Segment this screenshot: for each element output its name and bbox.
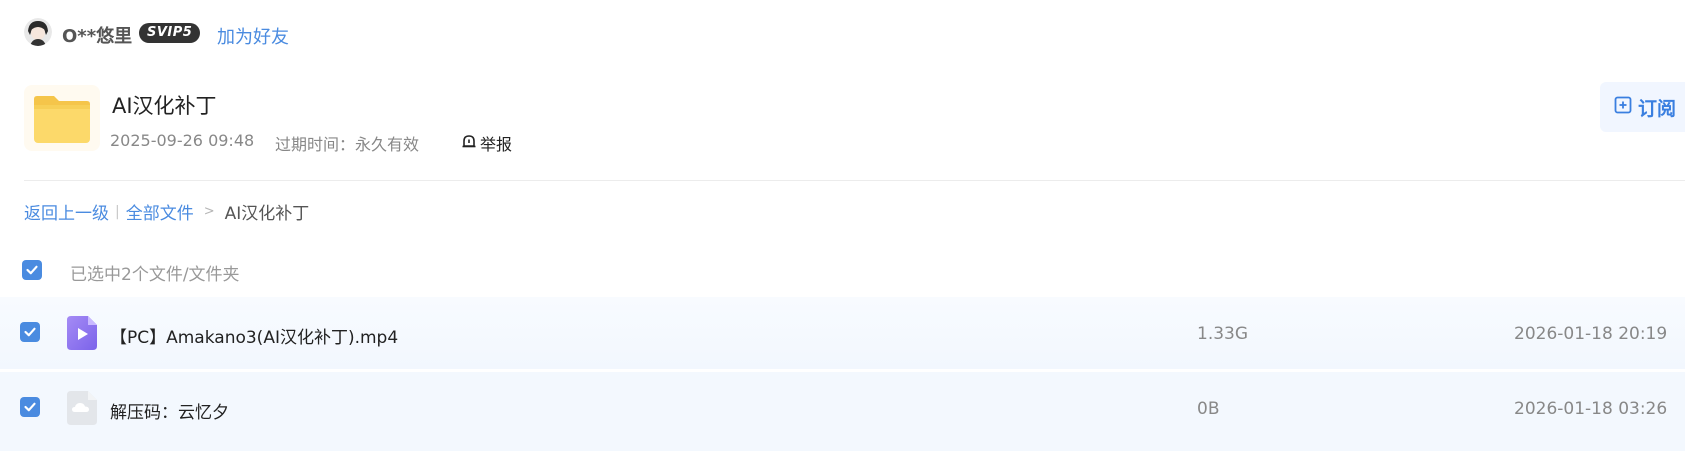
breadcrumb-current: AI汉化补丁 — [224, 204, 310, 224]
breadcrumb-all-files-link[interactable]: 全部文件 — [126, 199, 194, 224]
alarm-icon — [461, 133, 477, 153]
expire-time: 过期时间：永久有效 — [275, 135, 420, 154]
file-name[interactable]: 解压码：云忆夕 — [110, 398, 229, 423]
select-all-checkbox[interactable] — [22, 260, 42, 280]
file-date: 2026-01-18 20:19 — [1514, 324, 1668, 344]
file-name[interactable]: 【PC】Amakano3(AI汉化补丁).mp4 — [110, 323, 398, 348]
checkmark-icon — [26, 265, 38, 275]
checkmark-icon — [24, 327, 36, 337]
file-row-checkbox[interactable] — [20, 322, 40, 342]
checkmark-icon — [24, 402, 36, 412]
folder-title: AI汉化补丁 — [112, 94, 217, 118]
folder-icon — [24, 85, 100, 151]
file-row-checkbox[interactable] — [20, 397, 40, 417]
cloud-file-icon — [67, 391, 97, 425]
vip-badge: SVIP5 — [139, 23, 201, 43]
report-button[interactable]: 举报 — [461, 131, 512, 155]
file-date: 2026-01-18 03:26 — [1514, 399, 1668, 419]
breadcrumb-back-link[interactable]: 返回上一级 — [24, 199, 109, 224]
add-friend-link[interactable]: 加为好友 — [217, 23, 289, 49]
breadcrumb-separator: | — [115, 203, 120, 220]
file-size: 0B — [1197, 399, 1220, 419]
avatar[interactable] — [24, 18, 52, 46]
video-file-icon — [67, 316, 97, 350]
report-label: 举报 — [480, 135, 513, 154]
subscribe-button[interactable]: 订阅 — [1600, 82, 1685, 132]
file-row[interactable] — [0, 372, 1685, 451]
file-size: 1.33G — [1197, 324, 1249, 344]
share-date: 2025-09-26 09:48 — [110, 131, 255, 150]
selection-count-text: 已选中2个文件/文件夹 — [70, 265, 240, 285]
username: O**悠里 — [62, 26, 133, 47]
header-divider — [24, 180, 1685, 181]
subscribe-label: 订阅 — [1638, 97, 1677, 120]
breadcrumb-arrow-icon: > — [203, 204, 215, 219]
add-square-icon — [1614, 96, 1632, 119]
breadcrumb: 返回上一级 | 全部文件 > AI汉化补丁 — [24, 199, 310, 225]
